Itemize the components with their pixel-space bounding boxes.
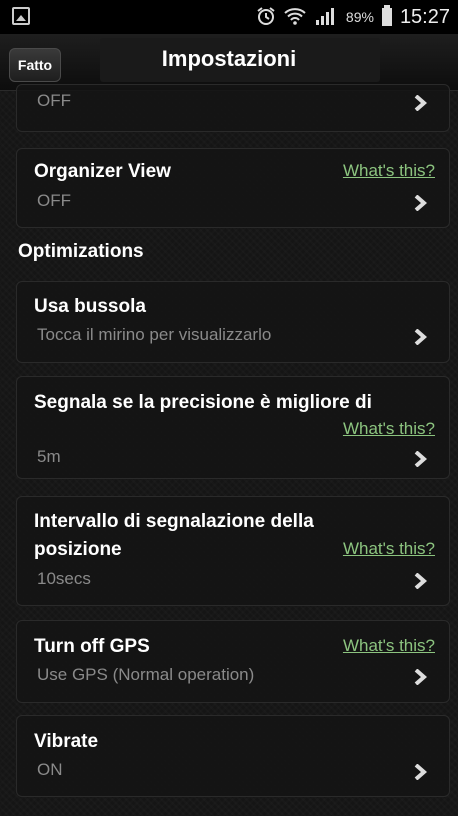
setting-row-vibrate[interactable]: Vibrate ON <box>16 715 450 797</box>
clock: 15:27 <box>399 5 450 28</box>
setting-value: OFF <box>37 91 71 110</box>
section-header-optimizations: Optimizations <box>18 241 144 262</box>
signal-icon <box>314 6 338 29</box>
setting-title: Turn off GPS <box>34 636 150 657</box>
chevron-right-icon <box>413 451 427 467</box>
setting-value: OFF <box>37 191 71 210</box>
status-bar: 89% 15:27 <box>0 0 458 34</box>
whats-this-link[interactable]: What's this? <box>343 539 435 559</box>
whats-this-link[interactable]: What's this? <box>343 419 435 439</box>
chevron-right-icon <box>413 669 427 685</box>
image-icon <box>12 7 30 25</box>
setting-row-gps[interactable]: Turn off GPS What's this? Use GPS (Norma… <box>16 620 450 703</box>
settings-screen: 89% 15:27 Fatto Impostazioni OFF Organiz… <box>0 0 458 816</box>
setting-title: Vibrate <box>34 731 99 752</box>
setting-row-report-interval[interactable]: Intervallo di segnalazione della posizio… <box>16 496 450 606</box>
setting-title-line1: Intervallo di segnalazione della <box>34 511 314 532</box>
setting-value: Tocca il mirino per visualizzarlo <box>37 325 272 344</box>
wifi-icon <box>284 6 306 29</box>
setting-title: Organizer View <box>34 161 171 182</box>
setting-row-precision[interactable]: Segnala se la precisione è migliore di W… <box>16 376 450 479</box>
chevron-right-icon <box>413 764 427 780</box>
battery-percent: 89% <box>345 9 374 25</box>
setting-title: Segnala se la precisione è migliore di <box>34 392 372 413</box>
status-icons: 89% 15:27 <box>256 0 450 34</box>
chevron-right-icon <box>413 573 427 589</box>
chevron-right-icon <box>413 195 427 211</box>
chevron-right-icon <box>413 95 427 111</box>
setting-row-partial[interactable]: OFF <box>16 84 450 132</box>
setting-value: 10secs <box>37 569 91 588</box>
alarm-icon <box>256 6 276 29</box>
setting-title-line2: posizione <box>34 539 122 560</box>
page-title: Impostazioni <box>161 46 297 71</box>
setting-value: 5m <box>37 447 61 466</box>
setting-value: Use GPS (Normal operation) <box>37 665 255 684</box>
setting-row-compass[interactable]: Usa bussola Tocca il mirino per visualiz… <box>16 281 450 363</box>
whats-this-link[interactable]: What's this? <box>343 636 435 656</box>
setting-title: Usa bussola <box>34 296 146 317</box>
setting-row-organizer-view[interactable]: Organizer View What's this? OFF <box>16 148 450 228</box>
setting-value: ON <box>37 760 63 779</box>
chevron-right-icon <box>413 329 427 345</box>
battery-icon <box>381 5 392 26</box>
whats-this-link[interactable]: What's this? <box>343 161 435 181</box>
